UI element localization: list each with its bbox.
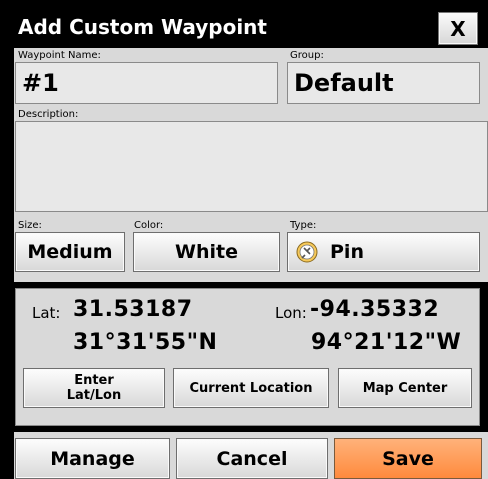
lat-label: Lat: xyxy=(32,304,61,322)
type-button[interactable]: Pin xyxy=(287,232,480,272)
lon-decimal: -94.35332 xyxy=(310,297,440,322)
lon-label: Lon: xyxy=(275,304,307,322)
waypoint-name-value: #1 xyxy=(22,69,59,97)
description-field[interactable] xyxy=(15,121,488,212)
dialog-title: Add Custom Waypoint xyxy=(18,15,267,39)
color-button[interactable]: White xyxy=(133,232,280,272)
type-value: Pin xyxy=(330,241,364,263)
waypoint-name-field[interactable]: #1 xyxy=(15,62,278,104)
group-label: Group: xyxy=(290,50,324,61)
size-button[interactable]: Medium xyxy=(15,232,125,272)
waypoint-name-label: Waypoint Name: xyxy=(18,50,101,61)
description-label: Description: xyxy=(18,109,79,120)
color-label: Color: xyxy=(134,220,164,231)
manage-button[interactable]: Manage xyxy=(15,438,170,479)
enter-latlon-button[interactable]: Enter Lat/Lon xyxy=(23,368,165,408)
close-button[interactable]: X xyxy=(438,12,478,45)
cancel-button[interactable]: Cancel xyxy=(176,438,328,479)
save-button[interactable]: Save xyxy=(334,438,482,479)
size-label: Size: xyxy=(18,220,42,231)
lat-decimal: 31.53187 xyxy=(73,297,193,322)
map-center-button[interactable]: Map Center xyxy=(338,368,472,408)
current-location-button[interactable]: Current Location xyxy=(173,368,329,408)
group-field[interactable]: Default xyxy=(287,62,480,104)
type-label: Type: xyxy=(290,220,317,231)
lon-dms: 94°21'12"W xyxy=(311,330,462,355)
group-value: Default xyxy=(294,69,394,97)
pin-icon xyxy=(296,241,318,263)
lat-dms: 31°31'55"N xyxy=(73,330,218,355)
